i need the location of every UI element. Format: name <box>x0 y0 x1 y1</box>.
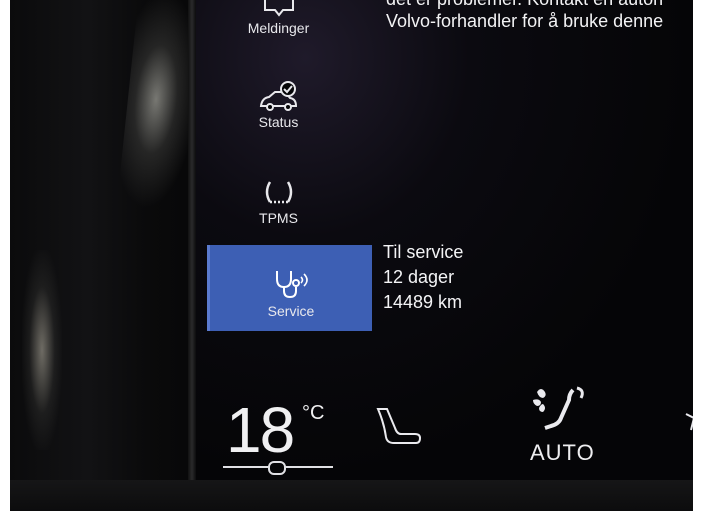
menu-item-status[interactable]: Status <box>198 80 359 130</box>
service-info: Til service 12 dager 14489 km <box>383 240 463 315</box>
temperature-unit: °C <box>302 402 325 424</box>
dashboard-trim <box>10 480 693 511</box>
bezel-edge <box>188 0 196 511</box>
message-text: det er problemer. Kontakt en autori Volv… <box>386 0 663 32</box>
climate-auto-label[interactable]: AUTO <box>530 440 595 466</box>
tire-pressure-icon <box>265 181 292 204</box>
bezel-glare-bottom <box>22 250 62 450</box>
car-check-icon <box>259 81 297 111</box>
photo-frame: det er problemer. Kontakt en autori Volv… <box>10 0 693 511</box>
menu-item-tpms[interactable]: TPMS <box>198 176 359 226</box>
menu-item-label: TPMS <box>259 210 298 226</box>
temperature-value[interactable]: 18 <box>226 398 295 462</box>
service-distance: 14489 km <box>383 292 463 312</box>
screen-bezel <box>10 0 210 511</box>
fan-auto-icon[interactable] <box>529 384 589 442</box>
infotainment-screen: det er problemer. Kontakt en autori Volv… <box>196 0 693 482</box>
menu-item-service[interactable]: Service <box>207 245 372 331</box>
menu-item-label: Status <box>258 114 299 130</box>
message-car-icon <box>263 0 294 17</box>
seat-heat-icon[interactable] <box>372 405 424 449</box>
menu-item-label: Meldinger <box>247 20 310 36</box>
menu-item-meldinger[interactable]: Meldinger <box>198 0 359 36</box>
message-line-1: det er problemer. Kontakt en autori <box>386 0 663 10</box>
temperature-slider-knob[interactable] <box>268 461 286 475</box>
message-line-2: Volvo-forhandler for å bruke denne <box>386 11 664 31</box>
defrost-icon[interactable] <box>684 408 693 434</box>
service-days: 12 dager <box>383 267 455 287</box>
menu-item-label: Service <box>267 303 315 319</box>
service-title: Til service <box>383 242 464 262</box>
stethoscope-icon <box>276 271 308 299</box>
